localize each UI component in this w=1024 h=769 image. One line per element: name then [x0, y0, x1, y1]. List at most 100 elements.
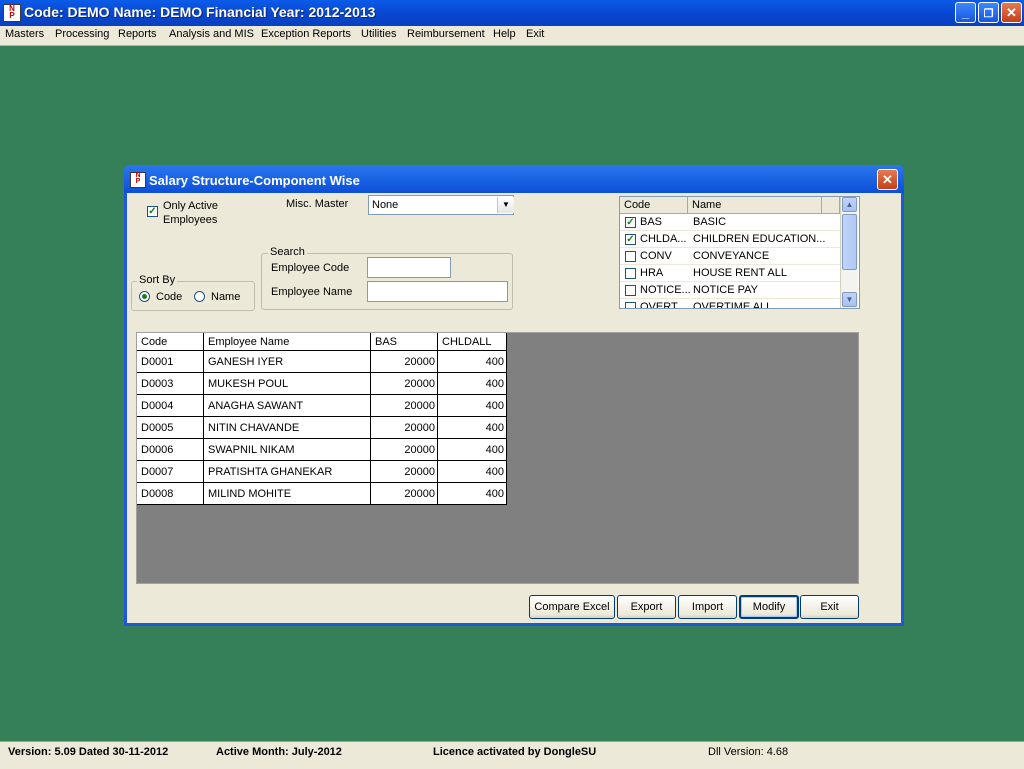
component-row[interactable]: CONV CONVEYANCE — [620, 248, 840, 265]
component-checkbox[interactable] — [625, 268, 636, 279]
scroll-thumb[interactable] — [842, 214, 857, 270]
sort-by-code-radio[interactable] — [139, 291, 150, 302]
grid-header-bas[interactable]: BAS — [370, 333, 438, 351]
grid-cell-chldall[interactable]: 400 — [437, 372, 507, 395]
grid-cell-code[interactable]: D0005 — [137, 416, 204, 439]
grid-cell-employee-name[interactable]: PRATISHTA GHANEKAR — [203, 460, 371, 483]
close-icon: ✕ — [882, 172, 893, 187]
grid-cell-code[interactable]: D0008 — [137, 482, 204, 505]
menu-utilities[interactable]: Utilities — [361, 28, 396, 40]
component-row[interactable]: ✓ BAS BASIC — [620, 214, 840, 231]
menu-bar: Masters Processing Reports Analysis and … — [0, 26, 1024, 46]
employee-code-label: Employee Code — [271, 262, 350, 274]
chevron-down-icon[interactable]: ▼ — [497, 197, 514, 213]
only-active-label-line2: Employees — [163, 214, 218, 226]
grid-cell-employee-name[interactable]: NITIN CHAVANDE — [203, 416, 371, 439]
grid-row[interactable]: D0001 GANESH IYER 20000 400 — [137, 350, 507, 373]
scroll-down-icon[interactable]: ▼ — [842, 292, 857, 307]
dialog-title-bar[interactable]: NP Salary Structure-Component Wise ✕ — [124, 165, 904, 193]
grid-row[interactable]: D0006 SWAPNIL NIKAM 20000 400 — [137, 438, 507, 461]
grid-cell-code[interactable]: D0003 — [137, 372, 204, 395]
menu-exception-reports[interactable]: Exception Reports — [261, 28, 351, 40]
modify-button[interactable]: Modify — [739, 595, 799, 619]
grid-cell-employee-name[interactable]: SWAPNIL NIKAM — [203, 438, 371, 461]
export-button[interactable]: Export — [617, 595, 676, 619]
dialog-logo-icon: NP — [130, 172, 146, 188]
component-row[interactable]: NOTICE... NOTICE PAY — [620, 282, 840, 299]
grid-cell-bas[interactable]: 20000 — [370, 350, 438, 373]
employee-name-input[interactable] — [367, 281, 508, 302]
dialog-close-button[interactable]: ✕ — [877, 169, 898, 190]
component-checkbox[interactable] — [625, 302, 636, 308]
menu-reports[interactable]: Reports — [118, 28, 157, 40]
grid-cell-bas[interactable]: 20000 — [370, 438, 438, 461]
grid-cell-code[interactable]: D0006 — [137, 438, 204, 461]
only-active-label-line1: Only Active — [163, 200, 219, 212]
status-bar: Version: 5.09 Dated 30-11-2012 Active Mo… — [0, 741, 1024, 769]
component-checkbox[interactable]: ✓ — [625, 217, 636, 228]
misc-master-select[interactable]: None ▼ — [368, 195, 514, 215]
grid-cell-chldall[interactable]: 400 — [437, 482, 507, 505]
scroll-up-icon[interactable]: ▲ — [842, 197, 857, 212]
grid-cell-chldall[interactable]: 400 — [437, 460, 507, 483]
grid-cell-bas[interactable]: 20000 — [370, 394, 438, 417]
grid-cell-bas[interactable]: 20000 — [370, 416, 438, 439]
grid-cell-employee-name[interactable]: ANAGHA SAWANT — [203, 394, 371, 417]
exit-button[interactable]: Exit — [800, 595, 859, 619]
component-code: CHLDA... — [640, 233, 687, 245]
employee-code-input[interactable] — [367, 257, 451, 278]
menu-reimbursement[interactable]: Reimbursement — [407, 28, 485, 40]
component-header-code[interactable]: Code — [620, 197, 688, 214]
grid-cell-code[interactable]: D0001 — [137, 350, 204, 373]
grid-cell-code[interactable]: D0004 — [137, 394, 204, 417]
grid-cell-bas[interactable]: 20000 — [370, 460, 438, 483]
close-button[interactable]: ✕ — [1001, 2, 1022, 23]
menu-exit[interactable]: Exit — [526, 28, 544, 40]
menu-masters[interactable]: Masters — [5, 28, 44, 40]
grid-header-code[interactable]: Code — [137, 333, 204, 351]
menu-help[interactable]: Help — [493, 28, 516, 40]
grid-cell-employee-name[interactable]: MUKESH POUL — [203, 372, 371, 395]
component-name: OVERTIME ALL — [693, 301, 773, 309]
grid-cell-code[interactable]: D0007 — [137, 460, 204, 483]
grid-row[interactable]: D0007 PRATISHTA GHANEKAR 20000 400 — [137, 460, 507, 483]
component-row[interactable]: OVERT... OVERTIME ALL — [620, 299, 840, 309]
sort-by-name-label: Name — [211, 291, 241, 303]
grid-row[interactable]: D0003 MUKESH POUL 20000 400 — [137, 372, 507, 395]
grid-cell-bas[interactable]: 20000 — [370, 482, 438, 505]
component-list-scrollbar[interactable]: ▲ ▼ — [840, 197, 858, 308]
grid-row[interactable]: D0005 NITIN CHAVANDE 20000 400 — [137, 416, 507, 439]
import-button[interactable]: Import — [678, 595, 737, 619]
component-row[interactable]: HRA HOUSE RENT ALL — [620, 265, 840, 282]
search-legend: Search — [268, 246, 307, 258]
grid-cell-employee-name[interactable]: MILIND MOHITE — [203, 482, 371, 505]
grid-cell-chldall[interactable]: 400 — [437, 438, 507, 461]
grid-row[interactable]: D0008 MILIND MOHITE 20000 400 — [137, 482, 507, 505]
component-row[interactable]: ✓ CHLDA... CHILDREN EDUCATION... — [620, 231, 840, 248]
grid-cell-chldall[interactable]: 400 — [437, 416, 507, 439]
minimize-button[interactable]: _ — [955, 2, 976, 23]
compare-excel-button[interactable]: Compare Excel — [529, 595, 615, 619]
component-checkbox[interactable]: ✓ — [625, 234, 636, 245]
grid-cell-chldall[interactable]: 400 — [437, 394, 507, 417]
menu-processing[interactable]: Processing — [55, 28, 109, 40]
component-name: BASIC — [693, 216, 727, 228]
only-active-checkbox[interactable]: ✓ — [147, 206, 158, 217]
grid-cell-employee-name[interactable]: GANESH IYER — [203, 350, 371, 373]
menu-analysis-and-mis[interactable]: Analysis and MIS — [169, 28, 254, 40]
component-name: HOUSE RENT ALL — [693, 267, 787, 279]
restore-button[interactable]: ❐ — [978, 2, 999, 23]
component-checkbox[interactable] — [625, 251, 636, 262]
grid-header-employee-name[interactable]: Employee Name — [203, 333, 371, 351]
salary-grid-area: Code Employee Name BAS CHLDALL D0001 GAN… — [136, 332, 859, 584]
sort-by-name-radio[interactable] — [194, 291, 205, 302]
grid-cell-bas[interactable]: 20000 — [370, 372, 438, 395]
component-header-name[interactable]: Name — [688, 197, 822, 214]
component-code: CONV — [640, 250, 672, 262]
component-checkbox[interactable] — [625, 285, 636, 296]
component-code: NOTICE... — [640, 284, 691, 296]
component-name: CHILDREN EDUCATION... — [693, 233, 826, 245]
grid-header-chldall[interactable]: CHLDALL — [437, 333, 507, 351]
grid-cell-chldall[interactable]: 400 — [437, 350, 507, 373]
grid-row[interactable]: D0004 ANAGHA SAWANT 20000 400 — [137, 394, 507, 417]
